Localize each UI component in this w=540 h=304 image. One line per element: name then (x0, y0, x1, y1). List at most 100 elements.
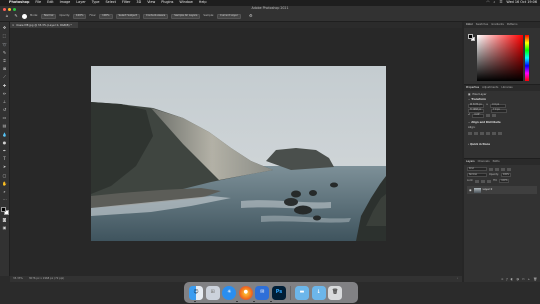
more-tools-icon[interactable]: ⋯ (2, 197, 8, 203)
layer-fill-field[interactable]: 100% (499, 179, 510, 183)
minimize-window-button[interactable] (8, 7, 11, 11)
tab-properties[interactable]: Properties (466, 86, 479, 90)
settings-icon[interactable]: ⚙ (248, 13, 254, 19)
align-bottom-icon[interactable] (498, 131, 502, 135)
panel-color-chips[interactable] (468, 34, 475, 41)
filter-type-icon[interactable] (501, 167, 505, 171)
layer-thumbnail[interactable] (473, 187, 481, 193)
tab-adjustments[interactable]: Adjustments (482, 86, 498, 90)
foreground-color-chip[interactable] (0, 207, 6, 213)
filter-pixel-icon[interactable] (489, 167, 493, 171)
wifi-icon[interactable]: ◠ (487, 0, 490, 4)
brush-preset-icon[interactable]: ✎ (13, 13, 19, 19)
zoom-tool-icon[interactable]: ⌕ (2, 189, 8, 195)
menu-plugins[interactable]: Plugins (161, 0, 173, 4)
screen-mode-icon[interactable]: ▣ (2, 225, 8, 231)
layer-opacity-field[interactable]: 100% (500, 173, 511, 177)
adjustment-layer-icon[interactable]: ◑ (516, 278, 519, 281)
tab-channels[interactable]: Channels (478, 160, 490, 164)
fx-icon[interactable]: ƒ (507, 278, 508, 281)
document-canvas-image[interactable] (91, 66, 386, 241)
close-document-icon[interactable]: × (12, 23, 14, 27)
layer-row[interactable]: ◉ Layer 0 (467, 186, 537, 194)
zoom-window-button[interactable] (13, 7, 16, 11)
filter-adjustment-icon[interactable] (495, 167, 499, 171)
mode-select[interactable]: Normal (40, 14, 57, 19)
hue-slider[interactable] (525, 35, 529, 81)
opacity-field[interactable]: 100% (73, 14, 87, 19)
menu-help[interactable]: Help (199, 0, 207, 4)
clone-stamp-tool-icon[interactable]: ⊥ (2, 99, 8, 105)
history-brush-tool-icon[interactable]: ↺ (2, 107, 8, 113)
content-aware-button[interactable]: Content-Aware (143, 14, 169, 19)
document-info[interactable]: 3076 px x 1968 px (72 ppi) (29, 277, 64, 281)
lock-pixels-icon[interactable] (475, 179, 480, 183)
height-field[interactable]: H 1968 px (468, 108, 484, 113)
gradient-tool-icon[interactable]: ▤ (2, 123, 8, 129)
eraser-tool-icon[interactable]: ▭ (2, 115, 8, 121)
quick-select-tool-icon[interactable]: ✎ (2, 50, 8, 56)
lock-position-icon[interactable] (481, 179, 486, 183)
menu-file[interactable]: File (35, 0, 41, 4)
width-field[interactable]: W 3076 px (468, 103, 484, 108)
mask-icon[interactable]: ◐ (511, 278, 514, 281)
quick-mask-icon[interactable]: ◙ (2, 217, 8, 223)
quick-actions-header[interactable]: › Quick Actions (468, 143, 536, 148)
control-center-icon[interactable]: ☰ (499, 0, 502, 4)
tab-paths[interactable]: Paths (493, 160, 500, 164)
path-selection-tool-icon[interactable]: ➤ (2, 164, 8, 170)
hand-tool-icon[interactable]: ✋ (2, 181, 8, 187)
blend-mode-select[interactable]: Normal (467, 173, 487, 177)
clock[interactable]: Wed 16 Oct 19:06 (506, 0, 537, 4)
align-right-icon[interactable] (480, 131, 484, 135)
menu-filter[interactable]: Filter (122, 0, 130, 4)
menu-select[interactable]: Select (106, 0, 116, 4)
mail-icon[interactable]: ✉ (255, 285, 270, 300)
trash-icon[interactable]: 🗑 (533, 278, 537, 281)
marquee-tool-icon[interactable]: ⬚ (2, 33, 8, 39)
type-tool-icon[interactable]: T (2, 156, 8, 162)
menu-3d[interactable]: 3D (136, 0, 141, 4)
trash-icon[interactable]: 🗑 (328, 285, 343, 300)
tab-swatches[interactable]: Swatches (476, 23, 488, 27)
tab-libraries[interactable]: Libraries (501, 86, 512, 90)
close-window-button[interactable] (3, 7, 6, 11)
flip-horizontal-icon[interactable] (486, 114, 491, 117)
safari-icon[interactable]: ✳ (222, 285, 237, 300)
launchpad-icon[interactable]: ⊞ (205, 285, 220, 300)
tab-color[interactable]: Color (466, 23, 473, 27)
eyedropper-tool-icon[interactable]: ⟋ (2, 74, 8, 80)
align-top-icon[interactable] (486, 131, 490, 135)
y-field[interactable]: Y 0 px (491, 108, 507, 113)
move-tool-icon[interactable]: ✥ (2, 25, 8, 31)
menu-view[interactable]: View (147, 0, 155, 4)
rectangle-tool-icon[interactable]: ▢ (2, 172, 8, 178)
new-group-icon[interactable]: ▭ (522, 278, 525, 281)
frame-tool-icon[interactable]: ⊠ (2, 66, 8, 72)
sample-select[interactable]: Current Layer (217, 14, 241, 19)
zoom-level[interactable]: 33.33% (13, 277, 23, 281)
align-middle-icon[interactable] (492, 131, 496, 135)
crop-tool-icon[interactable]: ⌗ (2, 58, 8, 64)
brush-size-preview[interactable] (22, 14, 27, 19)
flip-vertical-icon[interactable] (492, 114, 497, 117)
angle-field[interactable]: 0.00° (472, 113, 485, 118)
link-icon[interactable]: ∞ (486, 104, 488, 107)
link-layers-icon[interactable]: ∞ (501, 278, 504, 281)
status-arrow-icon[interactable]: › (457, 277, 458, 281)
flow-field[interactable]: 100% (99, 14, 113, 19)
new-layer-icon[interactable]: + (528, 278, 531, 281)
menu-edit[interactable]: Edit (47, 0, 54, 4)
blur-tool-icon[interactable]: 💧 (2, 131, 8, 137)
downloads-icon[interactable]: ↓ (311, 285, 326, 300)
pen-tool-icon[interactable]: ✒ (2, 148, 8, 154)
layer-name[interactable]: Layer 0 (483, 188, 493, 192)
visibility-eye-icon[interactable]: ◉ (469, 188, 472, 192)
photoshop-icon[interactable]: Ps (271, 285, 286, 300)
tab-patterns[interactable]: Patterns (507, 23, 518, 27)
layer-kind-filter[interactable]: Kind (467, 167, 487, 171)
dodge-tool-icon[interactable]: ● (2, 140, 8, 146)
tab-gradients[interactable]: Gradients (491, 23, 504, 27)
firefox-icon[interactable]: ● (238, 285, 253, 300)
x-field[interactable]: X 0 px (490, 103, 507, 108)
